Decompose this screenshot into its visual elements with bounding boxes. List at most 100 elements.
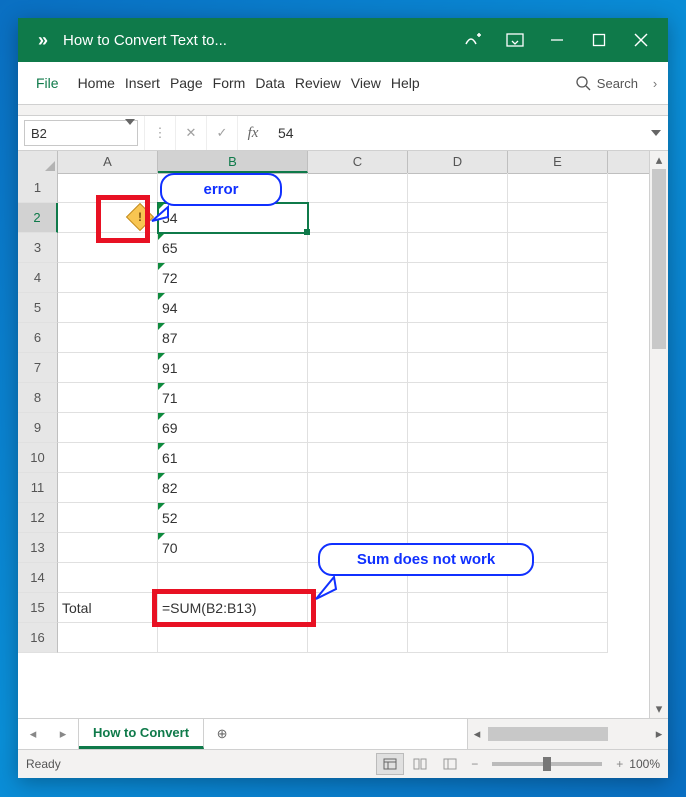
view-page-break-icon[interactable]	[436, 753, 464, 775]
cell-A10[interactable]	[58, 443, 158, 473]
titlebar-more-icon[interactable]: »	[24, 30, 63, 51]
grid[interactable]: A B C D E 12!543654725946877918719691061…	[18, 151, 649, 718]
vertical-scrollbar[interactable]: ▴ ▾	[649, 151, 668, 718]
cell-B9[interactable]: 69	[158, 413, 308, 443]
tab-page[interactable]: Page	[165, 62, 208, 104]
cell-B13[interactable]: 70	[158, 533, 308, 563]
formula-more-icon[interactable]: ⋮	[144, 116, 175, 150]
cell-C1[interactable]	[308, 173, 408, 203]
row-head-3[interactable]: 3	[18, 233, 58, 263]
cell-D8[interactable]	[408, 383, 508, 413]
formula-enter-icon[interactable]: ✓	[206, 116, 237, 150]
cell-E7[interactable]	[508, 353, 608, 383]
row-head-7[interactable]: 7	[18, 353, 58, 383]
view-page-layout-icon[interactable]	[406, 753, 434, 775]
cell-C6[interactable]	[308, 323, 408, 353]
name-box[interactable]: B2	[24, 120, 138, 146]
cell-C2[interactable]	[308, 203, 408, 233]
cell-D10[interactable]	[408, 443, 508, 473]
cell-B7[interactable]: 91	[158, 353, 308, 383]
cell-E15[interactable]	[508, 593, 608, 623]
cell-A11[interactable]	[58, 473, 158, 503]
cell-C3[interactable]	[308, 233, 408, 263]
cell-A14[interactable]	[58, 563, 158, 593]
zoom-out-icon[interactable]: −	[471, 757, 478, 771]
tab-file[interactable]: File	[22, 62, 73, 104]
row-head-15[interactable]: 15	[18, 593, 58, 623]
cell-D16[interactable]	[408, 623, 508, 653]
select-all-corner[interactable]	[18, 151, 58, 173]
cell-D6[interactable]	[408, 323, 508, 353]
cell-E8[interactable]	[508, 383, 608, 413]
sheet-tab-active[interactable]: How to Convert	[79, 719, 204, 749]
cell-E10[interactable]	[508, 443, 608, 473]
cell-C5[interactable]	[308, 293, 408, 323]
simplify-ribbon-icon[interactable]	[452, 18, 494, 62]
row-head-1[interactable]: 1	[18, 173, 58, 203]
close-icon[interactable]	[620, 18, 662, 62]
tab-formulas[interactable]: Form	[208, 62, 251, 104]
cell-C12[interactable]	[308, 503, 408, 533]
cell-B2[interactable]: !54	[158, 203, 308, 233]
cell-B5[interactable]: 94	[158, 293, 308, 323]
tab-insert[interactable]: Insert	[120, 62, 165, 104]
cell-D15[interactable]	[408, 593, 508, 623]
formula-expand-icon[interactable]	[644, 130, 668, 136]
cell-A9[interactable]	[58, 413, 158, 443]
cell-A6[interactable]	[58, 323, 158, 353]
row-head-13[interactable]: 13	[18, 533, 58, 563]
cell-A16[interactable]	[58, 623, 158, 653]
maximize-icon[interactable]	[578, 18, 620, 62]
vscroll-thumb[interactable]	[652, 169, 666, 349]
cell-A12[interactable]	[58, 503, 158, 533]
cell-D3[interactable]	[408, 233, 508, 263]
cell-D5[interactable]	[408, 293, 508, 323]
insert-function-icon[interactable]: fx	[237, 116, 268, 150]
cell-D1[interactable]	[408, 173, 508, 203]
row-head-5[interactable]: 5	[18, 293, 58, 323]
sheet-nav[interactable]: ◂▸	[18, 719, 79, 749]
cell-E12[interactable]	[508, 503, 608, 533]
cell-A15[interactable]: Total	[58, 593, 158, 623]
zoom-slider[interactable]	[492, 762, 602, 766]
zoom-in-icon[interactable]: +	[616, 757, 623, 771]
row-head-9[interactable]: 9	[18, 413, 58, 443]
col-E[interactable]: E	[508, 151, 608, 173]
cell-B10[interactable]: 61	[158, 443, 308, 473]
cell-E4[interactable]	[508, 263, 608, 293]
row-head-4[interactable]: 4	[18, 263, 58, 293]
row-head-16[interactable]: 16	[18, 623, 58, 653]
cell-D12[interactable]	[408, 503, 508, 533]
cell-D9[interactable]	[408, 413, 508, 443]
cell-A13[interactable]	[58, 533, 158, 563]
cell-D7[interactable]	[408, 353, 508, 383]
cell-B16[interactable]	[158, 623, 308, 653]
cell-D2[interactable]	[408, 203, 508, 233]
horizontal-scrollbar[interactable]: ◂ ▸	[467, 719, 668, 749]
row-head-8[interactable]: 8	[18, 383, 58, 413]
scroll-right-icon[interactable]: ▸	[650, 725, 668, 743]
row-head-11[interactable]: 11	[18, 473, 58, 503]
col-B[interactable]: B	[158, 151, 308, 173]
scroll-down-icon[interactable]: ▾	[650, 700, 668, 718]
scroll-left-icon[interactable]: ◂	[468, 725, 486, 743]
cell-B11[interactable]: 82	[158, 473, 308, 503]
formula-input[interactable]: 54	[268, 125, 644, 141]
cell-E6[interactable]	[508, 323, 608, 353]
name-box-dropdown-icon[interactable]	[125, 125, 135, 140]
cell-E16[interactable]	[508, 623, 608, 653]
col-A[interactable]: A	[58, 151, 158, 173]
cell-B3[interactable]: 65	[158, 233, 308, 263]
cell-E3[interactable]	[508, 233, 608, 263]
search-button[interactable]: Search	[567, 62, 646, 104]
cell-A5[interactable]	[58, 293, 158, 323]
col-C[interactable]: C	[308, 151, 408, 173]
tab-view[interactable]: View	[346, 62, 386, 104]
view-normal-icon[interactable]	[376, 753, 404, 775]
cell-E9[interactable]	[508, 413, 608, 443]
cell-C10[interactable]	[308, 443, 408, 473]
cell-C16[interactable]	[308, 623, 408, 653]
tab-review[interactable]: Review	[290, 62, 346, 104]
tab-data[interactable]: Data	[250, 62, 290, 104]
cell-E5[interactable]	[508, 293, 608, 323]
